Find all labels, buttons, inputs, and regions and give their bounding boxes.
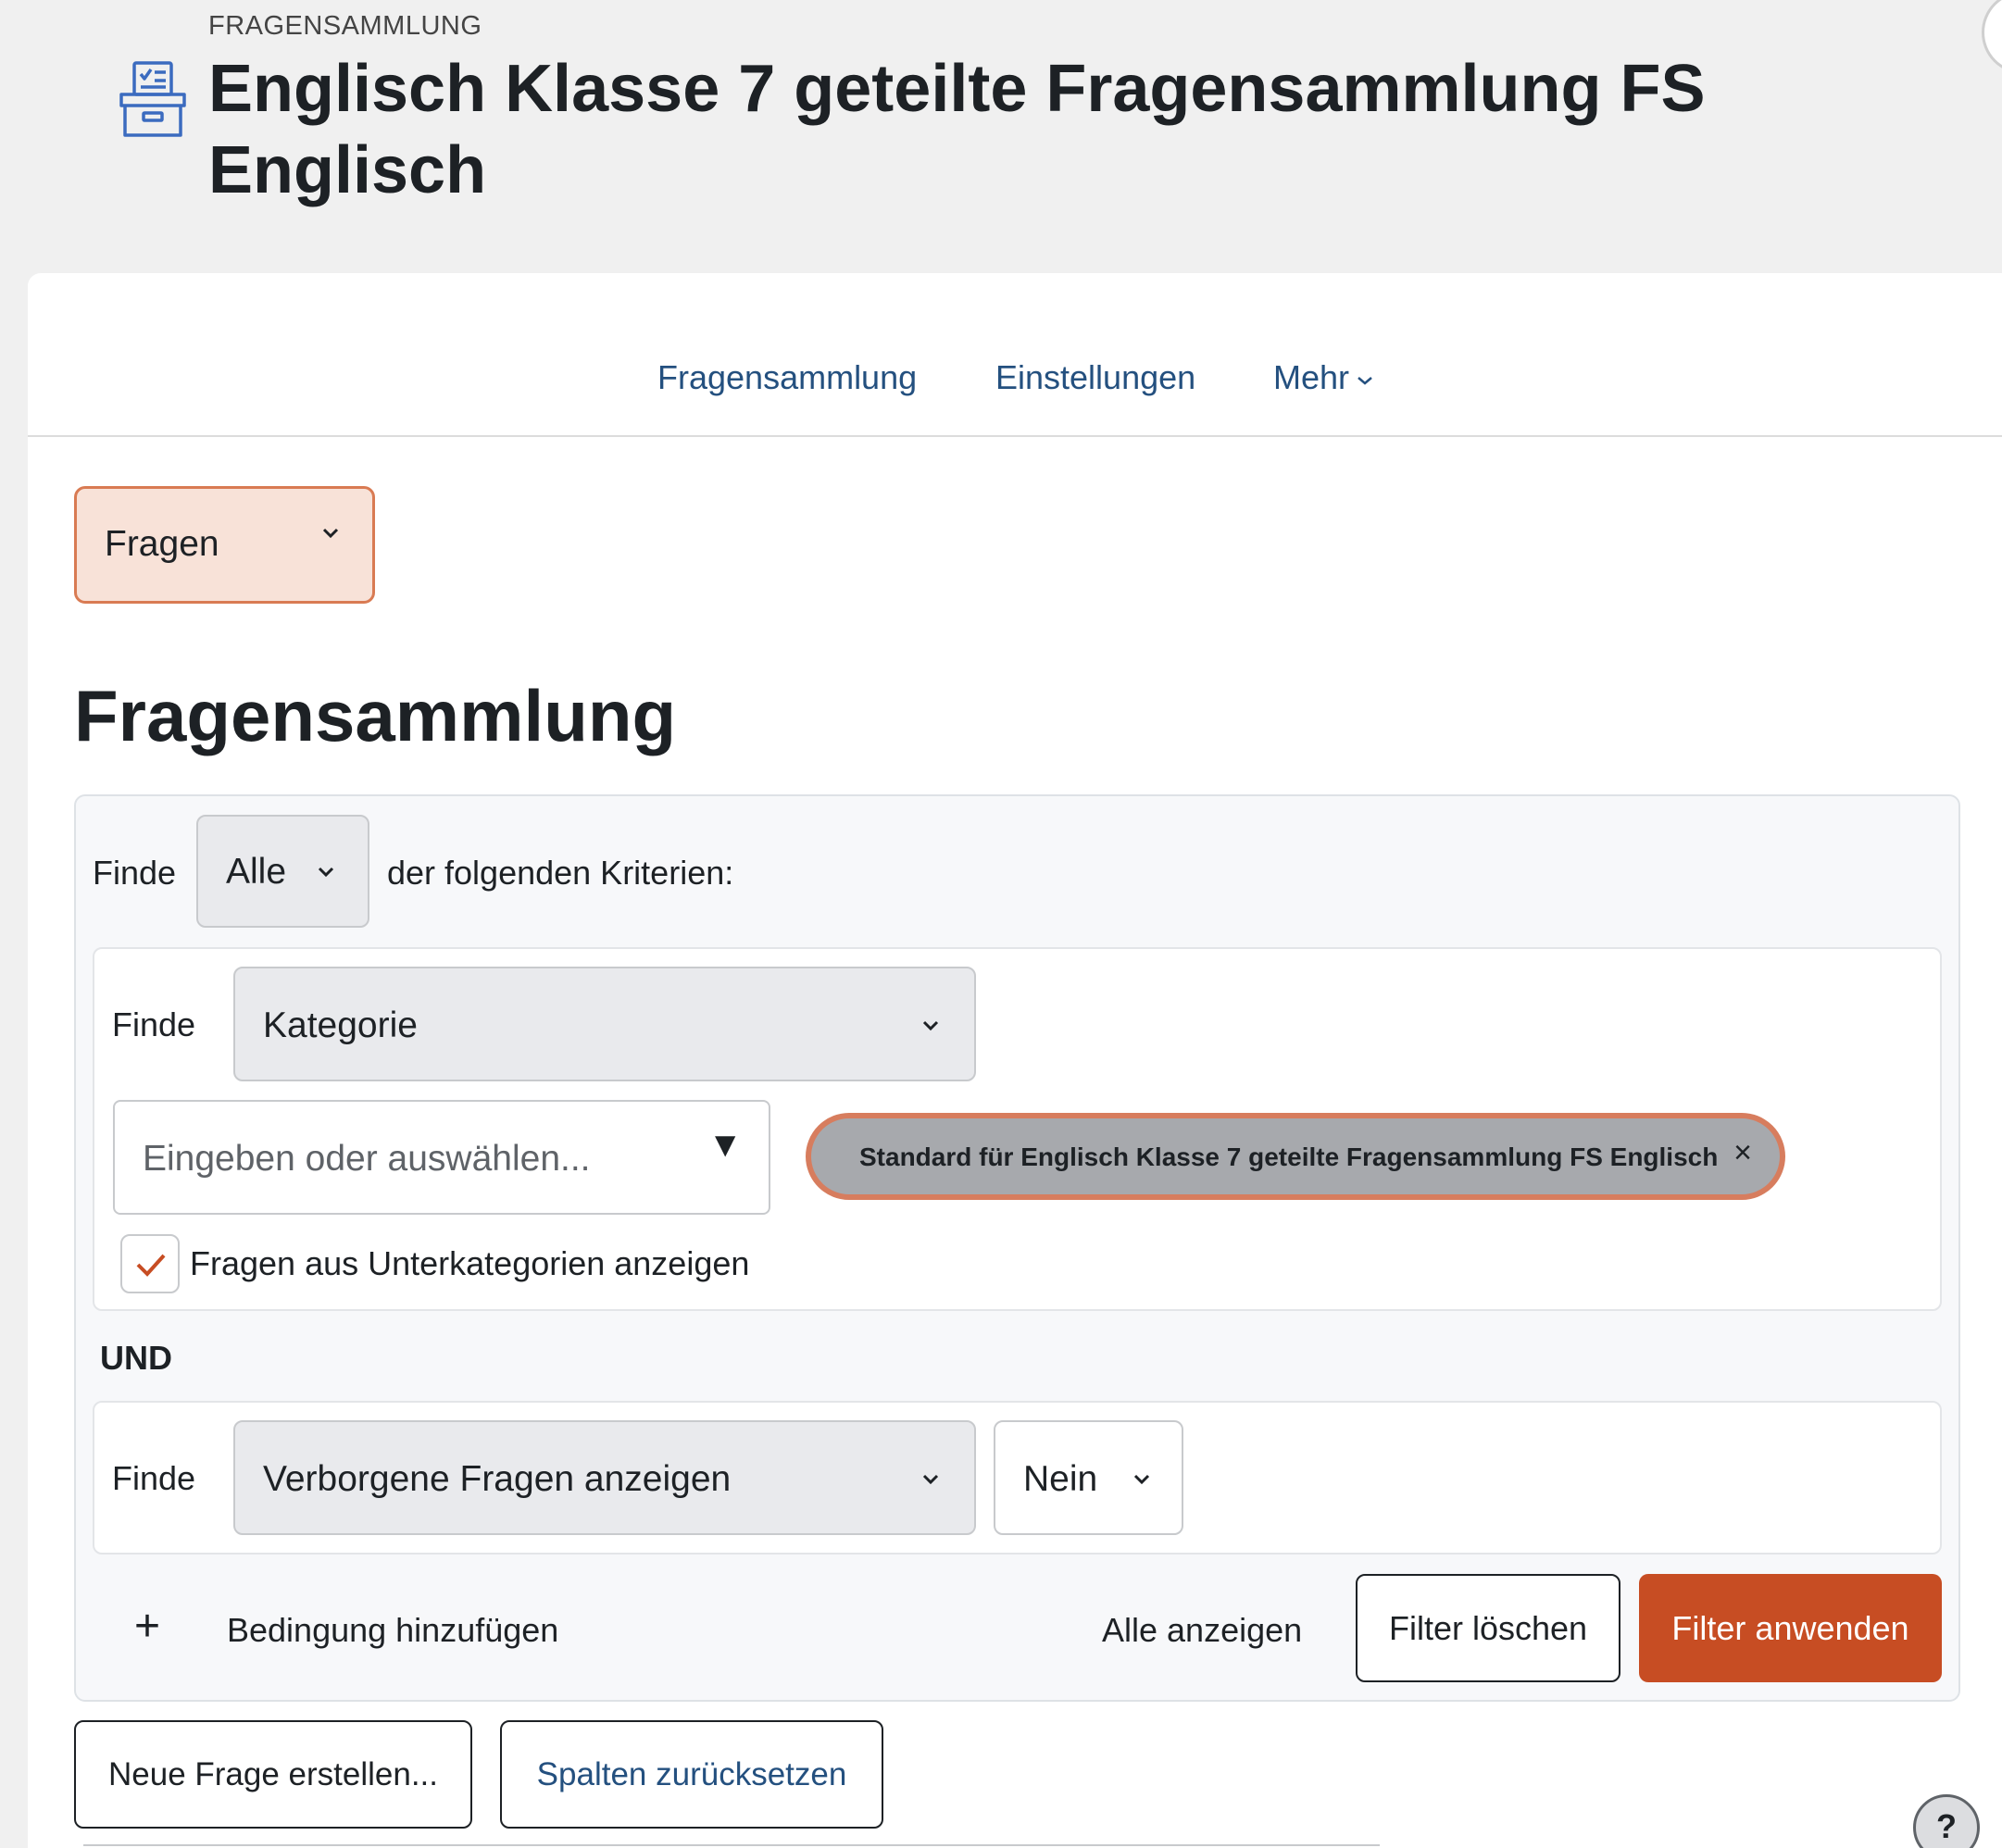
page-type-select-value: Fragen: [105, 524, 219, 564]
reset-columns-button[interactable]: Spalten zurücksetzen: [500, 1720, 883, 1829]
show-all-link[interactable]: Alle anzeigen: [1102, 1611, 1302, 1650]
category-search-placeholder: Eingeben oder auswählen...: [143, 1139, 591, 1179]
nav-mehr[interactable]: Mehr: [1273, 358, 1373, 397]
page-title: Englisch Klasse 7 geteilte Fragensammlun…: [208, 52, 1706, 207]
chevron-down-icon: [1357, 368, 1373, 392]
hidden-value: Nein: [1023, 1459, 1098, 1499]
clear-filter-button[interactable]: Filter löschen: [1356, 1574, 1620, 1682]
chevron-down-icon: [1130, 1472, 1154, 1492]
condition-type-value: Kategorie: [263, 1005, 418, 1045]
match-type-select[interactable]: Alle: [196, 815, 369, 928]
section-title: Fragensammlung: [74, 675, 677, 756]
condition-type-value: Verborgene Fragen anzeigen: [263, 1459, 732, 1499]
nav-fragensammlung[interactable]: Fragensammlung: [657, 358, 917, 397]
page-type-select[interactable]: Fragen: [74, 486, 375, 604]
user-avatar[interactable]: [1982, 0, 2002, 74]
selected-category-chip: Standard für Englisch Klasse 7 geteilte …: [806, 1113, 1785, 1200]
chevron-down-icon: [919, 1472, 943, 1492]
filter-find-label: Finde: [93, 854, 177, 892]
apply-filter-button[interactable]: Filter anwenden: [1639, 1574, 1942, 1682]
checkmark-icon: [136, 1254, 166, 1277]
chevron-down-icon: [919, 1018, 943, 1038]
caret-down-icon[interactable]: ▼: [707, 1126, 743, 1166]
nav-mehr-label: Mehr: [1273, 358, 1350, 396]
hidden-value-select[interactable]: Nein: [994, 1420, 1183, 1535]
chevron-down-icon: [314, 865, 338, 884]
selected-category-label: Standard für Englisch Klasse 7 geteilte …: [859, 1143, 1719, 1171]
condition-find-label: Finde: [112, 1005, 196, 1043]
new-question-button[interactable]: Neue Frage erstellen...: [74, 1720, 472, 1829]
match-type-value: Alle: [226, 852, 287, 892]
subcategories-label: Fragen aus Unterkategorien anzeigen: [190, 1244, 750, 1282]
plus-icon[interactable]: +: [134, 1605, 160, 1649]
page-eyebrow: FRAGENSAMMLUNG: [208, 11, 482, 41]
chevron-down-icon: [319, 526, 343, 545]
question-bank-icon: [116, 57, 190, 141]
secondary-nav-divider: [28, 435, 2002, 437]
subcategories-checkbox[interactable]: [120, 1234, 180, 1293]
nav-einstellungen[interactable]: Einstellungen: [995, 358, 1195, 397]
condition-find-label: Finde: [112, 1459, 196, 1497]
close-icon[interactable]: ×: [1733, 1135, 1752, 1171]
category-search-input[interactable]: Eingeben oder auswählen... ▼: [113, 1100, 770, 1215]
condition-type-select[interactable]: Verborgene Fragen anzeigen: [233, 1420, 976, 1535]
match-suffix: der folgenden Kriterien:: [387, 854, 734, 892]
condition-joiner: UND: [100, 1339, 172, 1377]
add-condition-link[interactable]: Bedingung hinzufügen: [227, 1611, 558, 1650]
condition-type-select[interactable]: Kategorie: [233, 967, 976, 1081]
table-top-border: [83, 1844, 1380, 1846]
